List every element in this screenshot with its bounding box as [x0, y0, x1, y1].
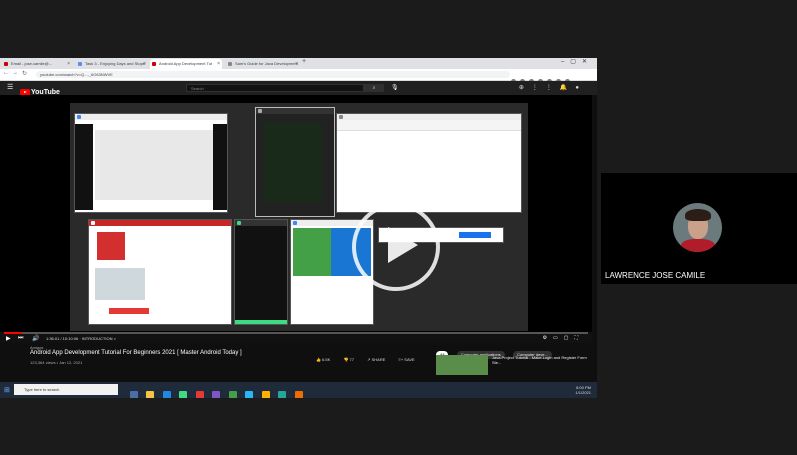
progress-fill: [4, 332, 22, 334]
dislike-button[interactable]: 👎 77: [343, 357, 360, 362]
play-icon[interactable]: ▶: [6, 335, 11, 342]
video-meta: 123,364 views • Jan 12, 2021: [30, 360, 83, 365]
search-input[interactable]: Search: [186, 84, 364, 92]
share-button[interactable]: ↗ SHARE: [367, 357, 391, 362]
android-studio-icon[interactable]: [179, 391, 188, 398]
menu-icon[interactable]: ☰: [7, 83, 13, 91]
system-tray[interactable]: 6:00 PM 1/1/2021: [575, 385, 591, 395]
recommended-thumbnail: [436, 355, 488, 375]
address-bar: ← → ↻ youtube.com/watch?v=Q-..._6O63NWVE: [0, 69, 597, 84]
youtube-page: ☰ YouTube Search ⌕ 🎙 ⊕⋮⋮🔔● ▶ ⏭ 🔊 1:36:01…: [0, 81, 597, 383]
video-frame: [70, 103, 528, 331]
app-icon[interactable]: [212, 391, 221, 398]
close-tab-icon[interactable]: ×: [295, 59, 298, 69]
new-tab-button[interactable]: +: [302, 58, 306, 65]
tab-favicon-icon: [228, 62, 232, 66]
url-input[interactable]: youtube.com/watch?v=Q-..._6O63NWVE: [36, 71, 510, 78]
browser-tab-guide[interactable]: Sam's Guide for Java Development ×: [226, 59, 300, 69]
avatar: [673, 203, 722, 252]
progress-bar[interactable]: [4, 332, 588, 334]
close-tab-icon[interactable]: ×: [67, 59, 70, 69]
like-button[interactable]: 👍 6.5K: [316, 357, 336, 362]
video-info: Amigos Android App Development Tutorial …: [0, 343, 597, 383]
app-icon[interactable]: [195, 391, 204, 398]
video-player[interactable]: [0, 95, 592, 332]
file-explorer-icon[interactable]: [146, 391, 155, 398]
video-actions: 👍 6.5K 👎 77 ↗ SHARE ≡+ SAVE: [316, 357, 427, 362]
tab-favicon-icon: [4, 62, 8, 66]
youtube-favicon-icon: [152, 62, 156, 66]
microphone-icon[interactable]: 🎙: [391, 84, 399, 91]
chrome-icon[interactable]: [261, 391, 270, 398]
app-icon[interactable]: [245, 391, 254, 398]
volume-icon[interactable]: 🔊: [32, 335, 39, 342]
forward-icon[interactable]: →: [12, 70, 18, 76]
reload-icon[interactable]: ↻: [22, 70, 27, 77]
browser-tab-android[interactable]: Android App Development Tut ×: [150, 59, 222, 69]
close-tab-icon[interactable]: ×: [143, 59, 146, 69]
app-icon[interactable]: [294, 391, 303, 398]
participant-name: LAWRENCE JOSE CAMILE: [605, 271, 706, 280]
window-thumbnail-2: [255, 107, 335, 217]
window-thumbnail-3: [336, 113, 522, 213]
tab-favicon-icon: [78, 62, 82, 66]
youtube-header: ☰ YouTube Search ⌕ 🎙 ⊕⋮⋮🔔●: [0, 81, 597, 97]
window-controls[interactable]: –▢✕: [561, 58, 593, 65]
task-view-icon[interactable]: [130, 391, 138, 398]
shared-screen: Email - jose.camile@... × Task 3 - Enjoy…: [0, 58, 597, 398]
recommended-title: Java Project Tutorial - Make Login and R…: [492, 355, 587, 365]
app-icon[interactable]: [228, 391, 237, 398]
next-icon[interactable]: ⏭: [18, 335, 23, 342]
save-button[interactable]: ≡+ SAVE: [399, 357, 421, 362]
browser-tab-bar: Email - jose.camile@... × Task 3 - Enjoy…: [0, 58, 597, 69]
search-icon: ⌕: [372, 85, 376, 91]
browser-tab-task[interactable]: Task 3 - Enjoying Days and Stops ×: [76, 59, 148, 69]
back-icon[interactable]: ←: [3, 70, 9, 76]
clock-date: 1/1/2021: [575, 390, 591, 395]
header-actions[interactable]: ⊕⋮⋮🔔●: [519, 84, 587, 91]
right-player-controls[interactable]: ⚙▭▢⛶: [543, 335, 584, 341]
window-thumbnail-4: [88, 219, 232, 325]
youtube-logo[interactable]: YouTube: [20, 84, 60, 97]
taskbar-search-input[interactable]: Type here to search: [14, 384, 118, 395]
large-play-icon[interactable]: [352, 203, 440, 291]
search-button[interactable]: ⌕: [364, 84, 384, 92]
browser-tab-email[interactable]: Email - jose.camile@... ×: [2, 59, 72, 69]
app-icon[interactable]: [278, 391, 287, 398]
extension-icons[interactable]: [511, 71, 591, 84]
close-tab-icon[interactable]: ×: [217, 59, 220, 69]
edge-icon[interactable]: [162, 391, 171, 398]
video-title: Android App Development Tutorial For Beg…: [30, 350, 242, 356]
taskbar-apps: [130, 386, 307, 398]
player-controls: ▶ ⏭ 🔊 1:36:01 / 10:10:06 · INTRODUCTION …: [0, 332, 592, 343]
window-thumbnail-1: [74, 113, 228, 213]
time-chapter-label: 1:36:01 / 10:10:06 · INTRODUCTION >: [46, 336, 116, 341]
recommended-video[interactable]: Java Project Tutorial - Make Login and R…: [436, 355, 588, 375]
windows-start-icon[interactable]: ⊞: [4, 386, 10, 394]
window-thumbnail-5: [234, 219, 288, 325]
windows-taskbar: ⊞ Type here to search 6:00 PM 1/1/2021: [0, 382, 597, 398]
